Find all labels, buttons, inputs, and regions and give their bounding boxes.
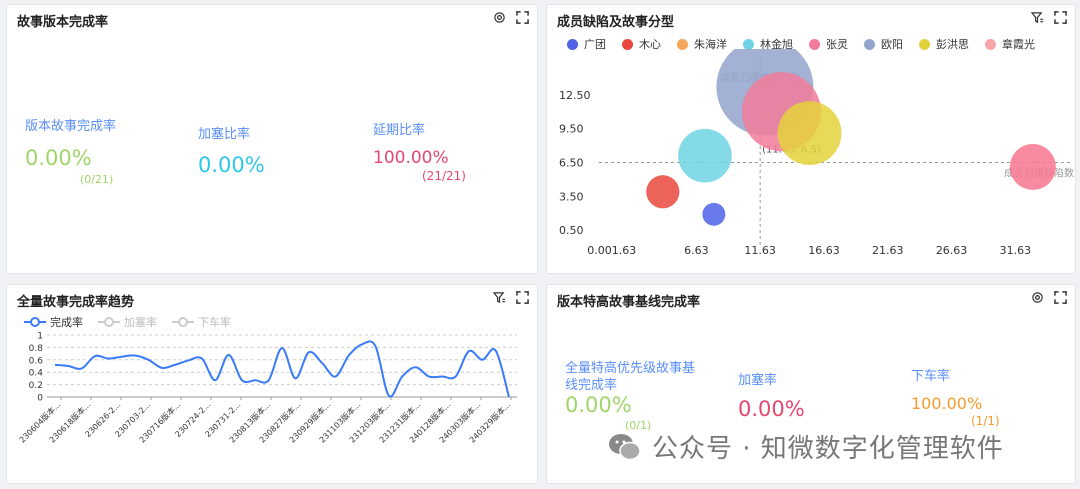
x-tick-label: 21.63 [872, 244, 904, 257]
bubble-广团 [702, 202, 726, 226]
legend-dot [919, 38, 930, 50]
story-completion-rate-label: 版本故事完成率 [25, 119, 117, 134]
y-tick-label: 9.50 [559, 123, 584, 136]
legend-dot [985, 38, 996, 50]
delay-ratio-label: 延期比率 [373, 123, 426, 138]
bubble-彭洪思 [777, 101, 842, 166]
fullscreen-icon[interactable] [516, 291, 529, 304]
bubble-章霞光 [1009, 143, 1056, 190]
panel-title: 版本特高故事基线完成率 [557, 295, 701, 310]
wechat-icon [609, 433, 641, 460]
trend-line-chart: 00.20.40.60.81230604版本...230618版本...2306… [17, 332, 517, 445]
member-defect-story-panel: 成员缺陷及故事分型 广团 木心 朱海洋 林金旭 张灵 欧阳 彭洪思 章霞光 0.50 3.50 6… [546, 4, 1076, 274]
x-tick-label: 6.63 [684, 244, 709, 257]
y-tick-label: 0.6 [29, 356, 44, 366]
insert-rate-label: 加塞率 [738, 373, 778, 388]
story-completion-panel: 故事版本完成率 版本故事完成率 0.00% (0/21) 加塞比率 0.00% … [6, 4, 538, 274]
story-completion-rate-value: 0.00% [25, 146, 92, 170]
series-line-completion [54, 340, 510, 398]
x-tick-label: 11.63 [744, 244, 776, 257]
legend-dot [864, 38, 875, 50]
insert-rate-value: 0.00% [738, 397, 805, 421]
watermark-text: 公众号 · 知微数字化管理软件 [652, 434, 1004, 464]
bubble-木心 [646, 175, 680, 209]
completion-trend-panel: 全量故事完成率趋势 完成率 加塞率 下车率 0 0.2 0.4 0.6 0.8 1 2306… [6, 284, 538, 484]
fullscreen-icon[interactable] [516, 11, 529, 24]
x-tick-label: 31.63 [1000, 244, 1032, 257]
x-tick-label: 0.001.63 [587, 244, 636, 257]
dropout-rate-label: 下车率 [911, 369, 951, 384]
legend-dot [809, 38, 820, 50]
watermark: 公众号 · 知微数字化管理软件 [608, 428, 1004, 465]
filter-icon[interactable] [493, 291, 506, 304]
dropout-rate-count: (1/1) [971, 414, 1000, 428]
settings-icon[interactable] [1031, 291, 1044, 304]
y-tick-label: 1 [37, 332, 43, 342]
panel-title: 成员缺陷及故事分型 [557, 15, 675, 30]
x-tick-label: 26.63 [936, 244, 968, 257]
settings-icon[interactable] [493, 11, 506, 24]
legend-dot [622, 38, 633, 50]
y-tick-label: 0.4 [29, 369, 44, 379]
dropout-rate-value: 100.00% [911, 394, 983, 413]
y-tick-label: 12.50 [559, 89, 591, 102]
fullscreen-icon[interactable] [1054, 291, 1067, 304]
insert-ratio-value: 0.00% [198, 153, 265, 177]
bubble-林金旭 [678, 128, 732, 183]
y-tick-label: 6.50 [559, 156, 584, 169]
delay-ratio-value: 100.00% [373, 148, 449, 168]
legend-dot [743, 38, 754, 50]
y-tick-label: 0.8 [29, 344, 44, 354]
insert-ratio-label: 加塞比率 [198, 127, 251, 142]
filter-icon[interactable] [1031, 11, 1044, 24]
y-tick-label: 3.50 [559, 190, 584, 203]
baseline-completion-value: 0.00% [565, 393, 632, 417]
panel-title: 全量故事完成率趋势 [17, 295, 135, 310]
legend-dot [677, 38, 688, 50]
y-tick-label: 0.50 [559, 224, 584, 237]
panel-title: 故事版本完成率 [17, 15, 109, 30]
baseline-completion-label: 全量特高优先级故事基线完成率 [565, 361, 696, 393]
legend-dot [567, 38, 578, 50]
x-tick-label: 16.63 [808, 244, 840, 257]
fullscreen-icon[interactable] [1054, 11, 1067, 24]
scatter-chart: 0.50 3.50 6.50 9.50 12.50 0.001.63 6.63 11.63 16… [559, 49, 1074, 257]
delay-ratio-count: (21/21) [422, 169, 466, 183]
y-tick-label: 0 [37, 394, 43, 404]
y-tick-label: 0.2 [29, 381, 43, 391]
story-completion-rate-count: (0/21) [80, 173, 114, 186]
